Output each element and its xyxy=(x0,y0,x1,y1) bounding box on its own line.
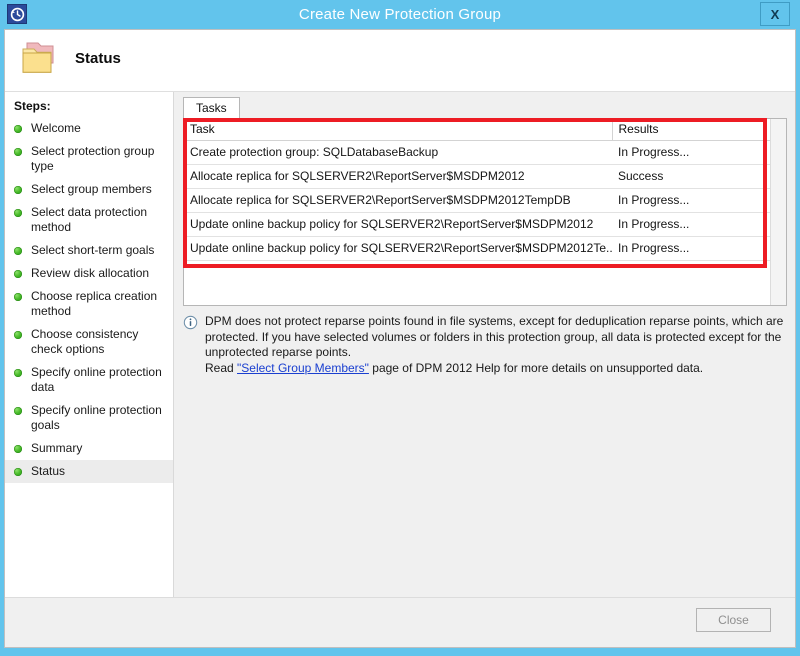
sidebar-step-label: Welcome xyxy=(31,121,81,136)
sidebar-step-label: Summary xyxy=(31,441,82,456)
sidebar-step-item[interactable]: Select group members xyxy=(4,178,173,201)
sidebar-step-item[interactable]: Select protection group type xyxy=(4,140,173,178)
sidebar-step-label: Select data protection method xyxy=(31,205,167,235)
step-status-dot-icon xyxy=(14,331,22,339)
step-status-dot-icon xyxy=(14,125,22,133)
info-note-text: DPM does not protect reparse points foun… xyxy=(205,314,787,376)
cell-task: Allocate replica for SQLSERVER2\ReportSe… xyxy=(184,165,612,189)
close-window-button[interactable]: X xyxy=(760,2,790,26)
sidebar-step-item[interactable]: Status xyxy=(4,460,173,483)
step-status-dot-icon xyxy=(14,445,22,453)
sidebar-step-item[interactable]: Select short-term goals xyxy=(4,239,173,262)
sidebar-step-label: Select short-term goals xyxy=(31,243,154,258)
folder-icon xyxy=(19,40,59,78)
main-panel: Tasks Task Results xyxy=(175,92,796,648)
table-row[interactable]: Allocate replica for SQLSERVER2\ReportSe… xyxy=(184,165,770,189)
close-button[interactable]: Close xyxy=(696,608,771,632)
table-row[interactable]: Update online backup policy for SQLSERVE… xyxy=(184,213,770,237)
sidebar-step-label: Select protection group type xyxy=(31,144,167,174)
cell-result: In Progress... xyxy=(612,237,770,261)
dialog-footer: Close xyxy=(4,597,796,648)
info-icon xyxy=(183,315,198,330)
tasks-table: Task Results Create protection group: SQ… xyxy=(184,119,770,261)
tab-strip: Tasks xyxy=(183,97,787,118)
step-status-dot-icon xyxy=(14,247,22,255)
sidebar-step-item[interactable]: Summary xyxy=(4,437,173,460)
cell-task: Create protection group: SQLDatabaseBack… xyxy=(184,141,612,165)
sidebar-step-label: Specify online protection data xyxy=(31,365,167,395)
info-note-read-prefix: Read xyxy=(205,361,237,375)
sidebar-step-label: Specify online protection goals xyxy=(31,403,167,433)
step-status-dot-icon xyxy=(14,270,22,278)
sidebar-step-item[interactable]: Specify online protection goals xyxy=(4,399,173,437)
cell-task: Update online backup policy for SQLSERVE… xyxy=(184,237,612,261)
scrollbar-thumb[interactable] xyxy=(772,119,785,305)
step-status-dot-icon xyxy=(14,148,22,156)
tasks-list-control: Task Results Create protection group: SQ… xyxy=(183,118,787,306)
sidebar-step-label: Select group members xyxy=(31,182,152,197)
cell-result: In Progress... xyxy=(612,141,770,165)
cell-task: Update online backup policy for SQLSERVE… xyxy=(184,213,612,237)
sidebar-step-item[interactable]: Select data protection method xyxy=(4,201,173,239)
sidebar-step-item[interactable]: Specify online protection data xyxy=(4,361,173,399)
column-header-results[interactable]: Results xyxy=(612,119,770,141)
window-body: Steps: Welcome Select protection group ty… xyxy=(4,92,796,648)
steps-list: Welcome Select protection group type Selec… xyxy=(4,117,173,483)
tasks-vertical-scrollbar[interactable] xyxy=(770,119,786,305)
page-header: Status xyxy=(4,29,796,92)
step-status-dot-icon xyxy=(14,209,22,217)
step-status-dot-icon xyxy=(14,407,22,415)
column-header-task[interactable]: Task xyxy=(184,119,612,141)
cell-result: Success xyxy=(612,165,770,189)
cell-task: Allocate replica for SQLSERVER2\ReportSe… xyxy=(184,189,612,213)
sidebar-step-item[interactable]: Choose replica creation method xyxy=(4,285,173,323)
sidebar-step-item[interactable]: Welcome xyxy=(4,117,173,140)
sidebar-step-label: Status xyxy=(31,464,65,479)
window-title: Create New Protection Group xyxy=(0,0,800,29)
create-protection-group-window: Create New Protection Group X Status Ste… xyxy=(0,0,800,656)
sidebar-step-item[interactable]: Review disk allocation xyxy=(4,262,173,285)
sidebar-step-label: Choose consistency check options xyxy=(31,327,167,357)
title-bar: Create New Protection Group X xyxy=(0,0,800,29)
sidebar-step-label: Choose replica creation method xyxy=(31,289,167,319)
step-status-dot-icon xyxy=(14,369,22,377)
table-header-row: Task Results xyxy=(184,119,770,141)
select-group-members-link[interactable]: "Select Group Members" xyxy=(237,361,369,375)
tasks-list-viewport: Task Results Create protection group: SQ… xyxy=(184,119,770,305)
info-note-paragraph: DPM does not protect reparse points foun… xyxy=(205,314,783,359)
cell-result: In Progress... xyxy=(612,189,770,213)
info-note: DPM does not protect reparse points foun… xyxy=(183,314,787,376)
info-note-read-suffix: page of DPM 2012 Help for more details o… xyxy=(369,361,703,375)
step-status-dot-icon xyxy=(14,293,22,301)
step-status-dot-icon xyxy=(14,468,22,476)
table-row[interactable]: Create protection group: SQLDatabaseBack… xyxy=(184,141,770,165)
cell-result: In Progress... xyxy=(612,213,770,237)
table-row[interactable]: Allocate replica for SQLSERVER2\ReportSe… xyxy=(184,189,770,213)
sidebar-step-label: Review disk allocation xyxy=(31,266,149,281)
tab-tasks[interactable]: Tasks xyxy=(183,97,240,118)
steps-heading: Steps: xyxy=(14,99,51,113)
sidebar-step-item[interactable]: Choose consistency check options xyxy=(4,323,173,361)
clock-history-icon xyxy=(7,4,27,24)
steps-sidebar: Steps: Welcome Select protection group ty… xyxy=(4,92,174,648)
page-title: Status xyxy=(75,50,121,67)
step-status-dot-icon xyxy=(14,186,22,194)
table-row[interactable]: Update online backup policy for SQLSERVE… xyxy=(184,237,770,261)
